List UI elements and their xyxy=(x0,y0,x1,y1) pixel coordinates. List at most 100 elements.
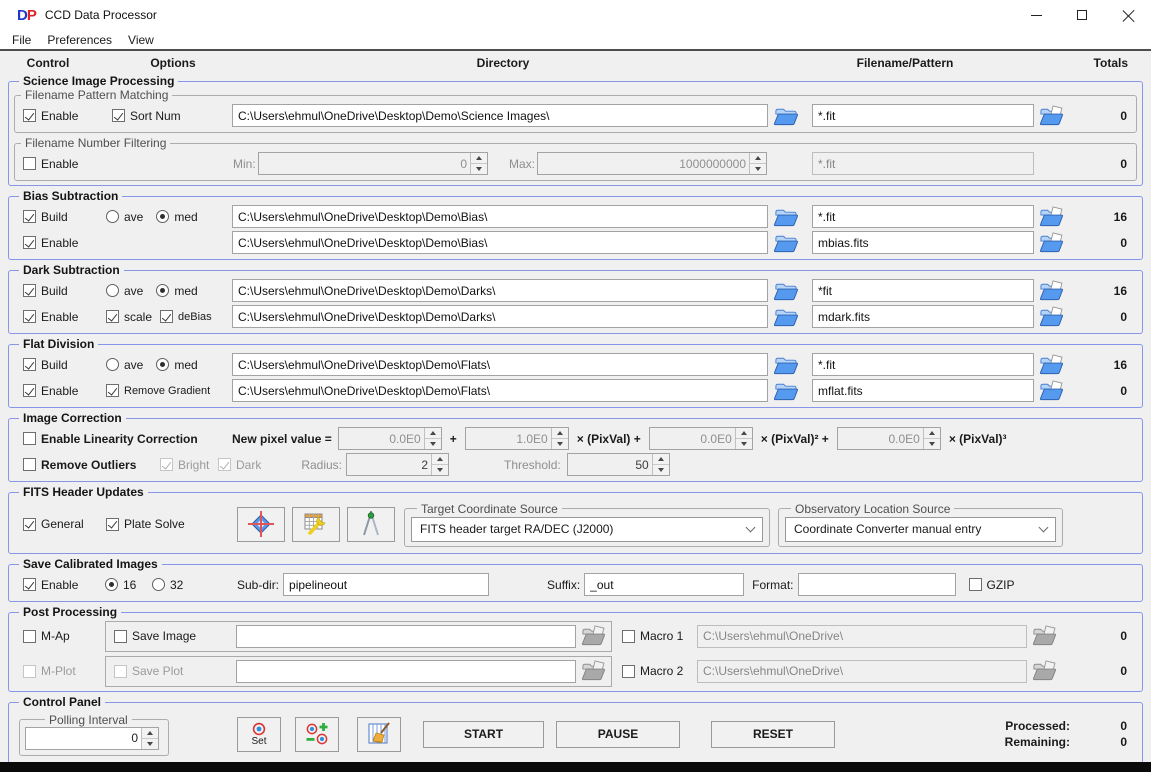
target-coordinates-button[interactable] xyxy=(237,507,285,542)
dark-pattern-input[interactable] xyxy=(812,279,1034,302)
science-pattern-browse-button[interactable] xyxy=(1039,105,1064,127)
bias-master-file-input[interactable] xyxy=(812,231,1034,254)
science-directory-input[interactable] xyxy=(232,104,768,127)
macro2-browse-button[interactable] xyxy=(1032,660,1057,682)
spin-down-button[interactable] xyxy=(425,438,441,449)
bias-pattern-browse-button[interactable] xyxy=(1039,206,1064,228)
spin-down-button[interactable] xyxy=(736,438,752,449)
coeff2-spinner[interactable] xyxy=(649,427,753,450)
menu-view[interactable]: View xyxy=(120,33,162,47)
flat-build-checkbox[interactable]: Build xyxy=(23,358,106,372)
reset-button[interactable]: RESET xyxy=(711,721,835,748)
dark-ave-radio[interactable]: ave xyxy=(106,284,143,298)
spin-down-button[interactable] xyxy=(142,738,158,749)
coeff0-spinner[interactable] xyxy=(338,427,442,450)
save-image-path-input[interactable] xyxy=(236,625,576,648)
flat-build-browse-button[interactable] xyxy=(773,354,798,376)
dark-enable-directory-input[interactable] xyxy=(232,305,768,328)
save-enable-checkbox[interactable]: Enable xyxy=(23,578,105,592)
dark-build-directory-input[interactable] xyxy=(232,279,768,302)
bias-build-checkbox[interactable]: Build xyxy=(23,210,106,224)
flat-pattern-browse-button[interactable] xyxy=(1039,354,1064,376)
bias-pattern-input[interactable] xyxy=(812,205,1034,228)
macro2-checkbox[interactable]: Macro 2 xyxy=(622,664,694,678)
subdir-input[interactable] xyxy=(283,573,489,596)
dark-med-radio[interactable]: med xyxy=(156,284,197,298)
save-image-checkbox[interactable]: Save Image xyxy=(114,629,236,643)
save-image-browse-button[interactable] xyxy=(581,625,606,647)
fits-header-tool-button[interactable] xyxy=(292,507,340,542)
polling-interval-spinner[interactable] xyxy=(25,727,159,750)
aperture-edit-button[interactable] xyxy=(295,717,339,752)
spin-up-button[interactable] xyxy=(425,428,441,438)
minimize-button[interactable] xyxy=(1013,0,1059,30)
multi-aperture-checkbox[interactable]: M-Ap xyxy=(23,629,105,643)
science-pattern-input[interactable] xyxy=(812,104,1034,127)
bias-enable-directory-input[interactable] xyxy=(232,231,768,254)
spin-down-button[interactable] xyxy=(750,163,766,174)
set-aperture-button[interactable]: Set xyxy=(237,717,281,752)
spin-up-button[interactable] xyxy=(736,428,752,438)
bias-enable-checkbox[interactable]: Enable xyxy=(23,236,232,250)
pause-button[interactable]: PAUSE xyxy=(556,721,680,748)
bits-16-radio[interactable]: 16 xyxy=(105,578,152,592)
menu-file[interactable]: File xyxy=(4,33,39,47)
flat-remove-gradient-checkbox[interactable]: Remove Gradient xyxy=(106,384,210,397)
science-sort-num-checkbox[interactable]: Sort Num xyxy=(112,109,232,123)
linearity-correction-checkbox[interactable]: Enable Linearity Correction xyxy=(23,432,232,446)
bias-master-browse-button[interactable] xyxy=(1039,232,1064,254)
radius-spinner[interactable] xyxy=(346,453,449,476)
dark-master-browse-button[interactable] xyxy=(1039,306,1064,328)
start-button[interactable]: START xyxy=(423,721,544,748)
coeff1-spinner[interactable] xyxy=(465,427,569,450)
bias-med-radio[interactable]: med xyxy=(156,210,197,224)
bias-ave-radio[interactable]: ave xyxy=(106,210,143,224)
dark-enable-checkbox[interactable]: Enable xyxy=(23,310,106,324)
threshold-spinner[interactable] xyxy=(567,453,670,476)
spin-down-button[interactable] xyxy=(552,438,568,449)
format-input[interactable] xyxy=(798,573,956,596)
dark-master-file-input[interactable] xyxy=(812,305,1034,328)
spin-up-button[interactable] xyxy=(924,428,940,438)
remove-outliers-checkbox[interactable]: Remove Outliers xyxy=(23,458,160,472)
dark-build-checkbox[interactable]: Build xyxy=(23,284,106,298)
macro1-browse-button[interactable] xyxy=(1032,625,1057,647)
flat-ave-radio[interactable]: ave xyxy=(106,358,143,372)
spin-up-button[interactable] xyxy=(471,153,487,163)
fits-plate-solve-checkbox[interactable]: Plate Solve xyxy=(106,517,209,531)
spin-up-button[interactable] xyxy=(432,454,448,464)
science-directory-browse-button[interactable] xyxy=(773,105,798,127)
flat-enable-browse-button[interactable] xyxy=(773,380,798,402)
fits-general-checkbox[interactable]: General xyxy=(23,517,106,531)
gzip-checkbox[interactable]: GZIP xyxy=(969,578,1015,592)
number-filter-enable-checkbox[interactable]: Enable xyxy=(23,157,233,171)
maximize-button[interactable] xyxy=(1059,0,1105,30)
spin-up-button[interactable] xyxy=(142,728,158,738)
flat-pattern-input[interactable] xyxy=(812,353,1034,376)
spin-down-button[interactable] xyxy=(653,464,669,475)
close-button[interactable] xyxy=(1105,0,1151,30)
spin-down-button[interactable] xyxy=(432,464,448,475)
spin-up-button[interactable] xyxy=(750,153,766,163)
target-coordinate-source-select[interactable]: FITS header target RA/DEC (J2000) xyxy=(411,517,763,542)
dark-pattern-browse-button[interactable] xyxy=(1039,280,1064,302)
spin-down-button[interactable] xyxy=(471,163,487,174)
bias-enable-browse-button[interactable] xyxy=(773,232,798,254)
flat-enable-directory-input[interactable] xyxy=(232,379,768,402)
observatory-location-source-select[interactable]: Coordinate Converter manual entry xyxy=(785,517,1056,542)
dark-build-browse-button[interactable] xyxy=(773,280,798,302)
suffix-input[interactable] xyxy=(584,573,744,596)
dark-debias-checkbox[interactable]: deBias xyxy=(160,310,212,324)
science-enable-checkbox[interactable]: Enable xyxy=(23,109,112,123)
spin-down-button[interactable] xyxy=(924,438,940,449)
dark-enable-browse-button[interactable] xyxy=(773,306,798,328)
clear-table-button[interactable] xyxy=(357,717,401,752)
max-spinner[interactable] xyxy=(537,152,767,175)
bits-32-radio[interactable]: 32 xyxy=(152,578,202,592)
spin-up-button[interactable] xyxy=(552,428,568,438)
menu-preferences[interactable]: Preferences xyxy=(39,33,120,47)
coordinate-converter-button[interactable] xyxy=(347,507,395,542)
flat-master-file-input[interactable] xyxy=(812,379,1034,402)
flat-med-radio[interactable]: med xyxy=(156,358,197,372)
bias-build-directory-input[interactable] xyxy=(232,205,768,228)
